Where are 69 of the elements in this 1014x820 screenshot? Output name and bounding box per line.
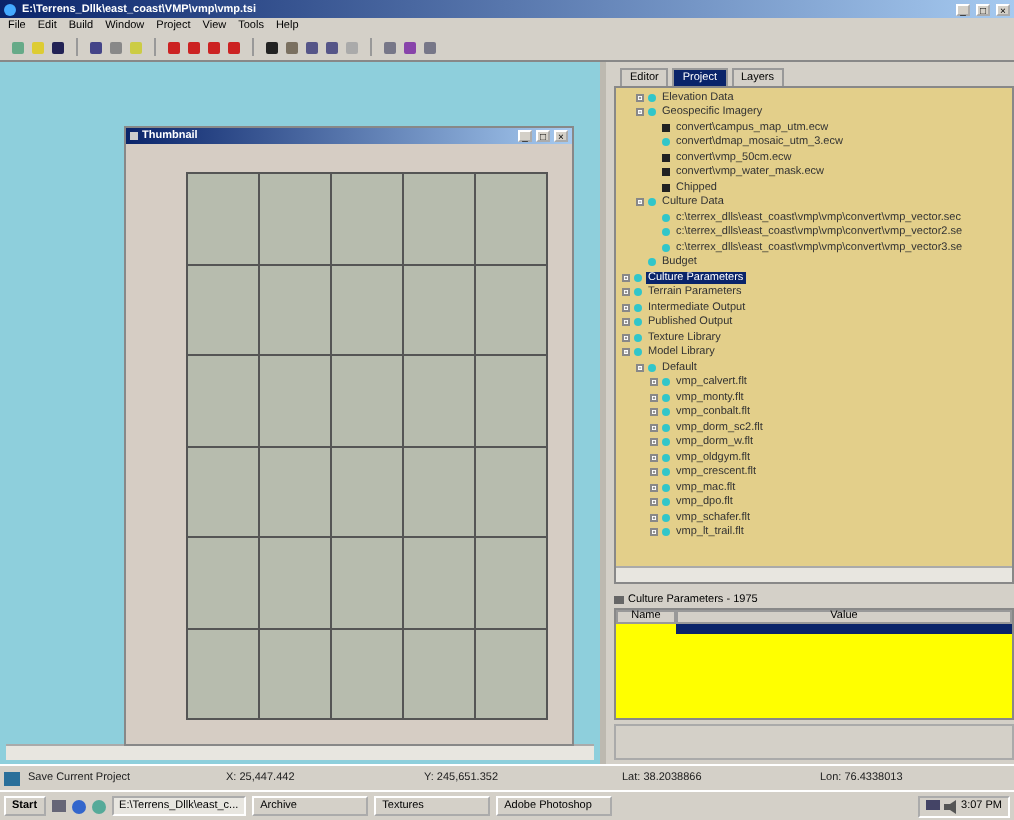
- dot-icon: [634, 333, 642, 342]
- dot-icon: [634, 288, 642, 297]
- dot-icon: [634, 318, 642, 327]
- dot-icon: [662, 468, 670, 477]
- grid-tile: [332, 629, 402, 718]
- grid-tile: [260, 356, 330, 445]
- dot-icon: [662, 528, 670, 537]
- dot-icon: [648, 108, 656, 117]
- dot-icon: [662, 453, 670, 462]
- grid-tile: [404, 356, 474, 445]
- dot-icon: [662, 483, 670, 492]
- grid-tile: [188, 265, 258, 354]
- dot-icon: [662, 378, 670, 387]
- grid-tile: [476, 629, 546, 718]
- grid-tile: [332, 447, 402, 536]
- dot-icon: [662, 423, 670, 432]
- grid-tile: [188, 174, 258, 263]
- dot-icon: [662, 228, 670, 237]
- dot-icon: [634, 273, 642, 282]
- grid-tile: [260, 538, 330, 627]
- grid-tile: [404, 265, 474, 354]
- grid-tile: [404, 538, 474, 627]
- grid-tile: [404, 174, 474, 263]
- grid-tile: [476, 356, 546, 445]
- square-icon: [662, 183, 670, 192]
- dot-icon: [662, 498, 670, 507]
- square-icon: [662, 153, 670, 162]
- grid-tile: [188, 356, 258, 445]
- grid-tile: [332, 265, 402, 354]
- dot-icon: [634, 303, 642, 312]
- value-cell[interactable]: [676, 624, 1012, 634]
- grid-tile: [404, 629, 474, 718]
- dot-icon: [648, 363, 656, 372]
- grid-tile: [260, 447, 330, 536]
- dot-icon: [662, 213, 670, 222]
- grid-tile: [476, 265, 546, 354]
- dot-icon: [648, 93, 656, 102]
- speaker-icon[interactable]: [943, 799, 958, 813]
- dot-icon: [634, 348, 642, 357]
- grid-tile: [188, 447, 258, 536]
- status-icon: [4, 771, 20, 785]
- monitor-icon[interactable]: [925, 799, 940, 813]
- grid-tile: [188, 538, 258, 627]
- dot-icon: [662, 408, 670, 417]
- grid-tile: [260, 174, 330, 263]
- grid-tile: [260, 629, 330, 718]
- grid-tile: [476, 538, 546, 627]
- grid-tile: [476, 174, 546, 263]
- window-icon: [130, 132, 138, 140]
- grid-tile: [260, 265, 330, 354]
- grid-tile: [332, 538, 402, 627]
- dot-icon: [662, 438, 670, 447]
- grid-tile: [332, 174, 402, 263]
- square-icon: [662, 123, 670, 132]
- dot-icon: [662, 513, 670, 522]
- dot-icon: [648, 198, 656, 207]
- dot-icon: [648, 258, 656, 267]
- table-icon: [614, 596, 624, 604]
- grid-tile: [476, 447, 546, 536]
- horizontal-scrollbar[interactable]: [616, 566, 1012, 582]
- grid-tile: [404, 447, 474, 536]
- grid-tile: [332, 356, 402, 445]
- square-icon: [662, 168, 670, 177]
- app-icon: [4, 3, 16, 15]
- horizontal-scrollbar[interactable]: [6, 744, 594, 760]
- grid-tile: [188, 629, 258, 718]
- dot-icon: [662, 243, 670, 252]
- dot-icon: [662, 393, 670, 402]
- dot-icon: [662, 138, 670, 147]
